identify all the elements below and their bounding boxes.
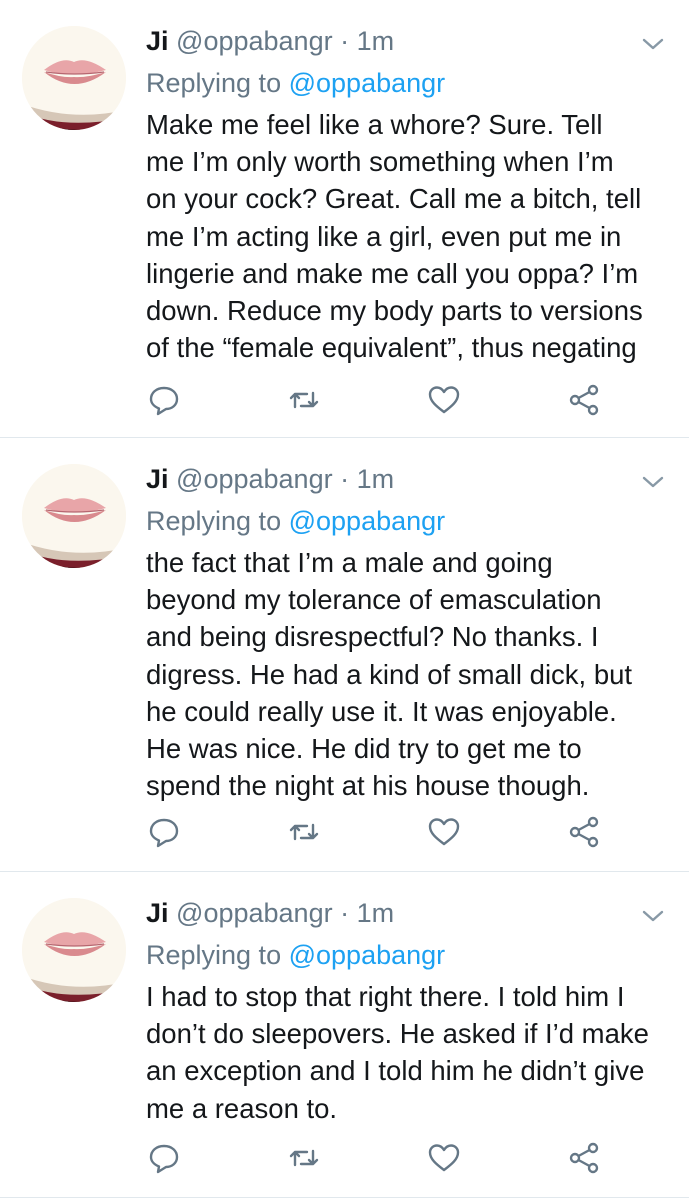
tweet-text-line: He was nice. He did try to get me to xyxy=(146,733,582,765)
tweet-text-line: an exception and I told him he didn’t gi… xyxy=(146,1055,645,1087)
tweet-text-line: I had to stop that right there. I told h… xyxy=(146,981,625,1012)
tweet-text-line: the fact that I’m a male and going xyxy=(146,547,553,578)
author-name[interactable]: Ji xyxy=(146,464,169,494)
tweet-text-line: of the “female equivalent”, thus negatin… xyxy=(146,332,637,364)
author-handle[interactable]: @oppabangr xyxy=(176,898,333,928)
replying-to: Replying to @oppabangr xyxy=(146,66,445,100)
tweet-text-line: me I’m only worth something when I’m xyxy=(146,146,614,178)
retweet-icon[interactable] xyxy=(286,1140,322,1176)
tweet-header: Ji @oppabangr · 1m xyxy=(146,24,394,58)
retweet-icon[interactable] xyxy=(286,814,322,850)
share-icon[interactable] xyxy=(566,1140,602,1176)
tweet-text-line: he could really use it. It was enjoyable… xyxy=(146,695,617,727)
replying-to: Replying to @oppabangr xyxy=(146,504,445,538)
heart-icon[interactable] xyxy=(426,382,462,418)
reply-icon[interactable] xyxy=(146,814,182,850)
tweet-text-line: don’t do sleepovers. He asked if I’d mak… xyxy=(146,1018,649,1050)
tweet-text-line: down. Reduce my body parts to versions xyxy=(146,295,643,327)
replying-to-label: Replying to xyxy=(146,506,282,536)
avatar[interactable] xyxy=(22,26,126,130)
avatar-lips-image xyxy=(22,26,126,130)
replying-to-handle[interactable]: @oppabangr xyxy=(289,68,446,98)
heart-icon[interactable] xyxy=(426,1140,462,1176)
replying-to-label: Replying to xyxy=(146,940,282,970)
tweet-header: Ji @oppabangr · 1m xyxy=(146,462,394,496)
share-icon[interactable] xyxy=(566,382,602,418)
replying-to-handle[interactable]: @oppabangr xyxy=(289,940,446,970)
tweet-actions xyxy=(146,814,616,850)
separator: · xyxy=(340,898,350,928)
tweet-text-line: digress. He had a kind of small dick, bu… xyxy=(146,658,633,690)
author-handle[interactable]: @oppabangr xyxy=(176,26,333,56)
tweet-text-line: spend the night at his house though. xyxy=(146,770,590,802)
avatar[interactable] xyxy=(22,898,126,1002)
separator: · xyxy=(340,26,350,56)
reply-icon[interactable] xyxy=(146,1140,182,1176)
tweet-text-line: on your cock? Great. Call me a bitch, te… xyxy=(146,183,642,215)
replying-to: Replying to @oppabangr xyxy=(146,938,445,972)
tweet-text-line: me I’m acting like a girl, even put me i… xyxy=(146,220,622,252)
author-name[interactable]: Ji xyxy=(146,26,169,56)
timestamp[interactable]: 1m xyxy=(357,898,395,928)
chevron-down-icon[interactable] xyxy=(641,472,665,492)
chevron-down-icon[interactable] xyxy=(641,34,665,54)
tweet[interactable]: Ji @oppabangr · 1m Replying to @oppabang… xyxy=(0,0,689,438)
replying-to-handle[interactable]: @oppabangr xyxy=(289,506,446,536)
separator: · xyxy=(340,464,350,494)
tweet-actions xyxy=(146,382,616,418)
reply-icon[interactable] xyxy=(146,382,182,418)
tweet-text-line: and being disrespectful? No thanks. I xyxy=(146,621,599,653)
tweet-header: Ji @oppabangr · 1m xyxy=(146,896,394,930)
tweet-text: the fact that I’m a male and going beyon… xyxy=(146,544,676,804)
timestamp[interactable]: 1m xyxy=(357,26,395,56)
share-icon[interactable] xyxy=(566,814,602,850)
timestamp[interactable]: 1m xyxy=(357,464,395,494)
tweet-text-line: lingerie and make me call you oppa? I’m xyxy=(146,257,639,289)
retweet-icon[interactable] xyxy=(286,382,322,418)
tweet-text: Make me feel like a whore? Sure. Tell me… xyxy=(146,106,676,366)
chevron-down-icon[interactable] xyxy=(641,906,665,926)
author-name[interactable]: Ji xyxy=(146,898,169,928)
tweet-text-line: beyond my tolerance of emasculation xyxy=(146,584,602,616)
tweet[interactable]: Ji @oppabangr · 1m Replying to @oppabang… xyxy=(0,872,689,1198)
avatar[interactable] xyxy=(22,464,126,568)
replying-to-label: Replying to xyxy=(146,68,282,98)
tweet[interactable]: Ji @oppabangr · 1m Replying to @oppabang… xyxy=(0,438,689,872)
author-handle[interactable]: @oppabangr xyxy=(176,464,333,494)
avatar-lips-image xyxy=(22,898,126,1002)
tweet-text-line: Make me feel like a whore? Sure. Tell xyxy=(146,109,603,140)
avatar-lips-image xyxy=(22,464,126,568)
tweet-actions xyxy=(146,1140,616,1176)
heart-icon[interactable] xyxy=(426,814,462,850)
tweet-text-line: me a reason to. xyxy=(146,1092,338,1124)
tweet-text: I had to stop that right there. I told h… xyxy=(146,978,676,1127)
